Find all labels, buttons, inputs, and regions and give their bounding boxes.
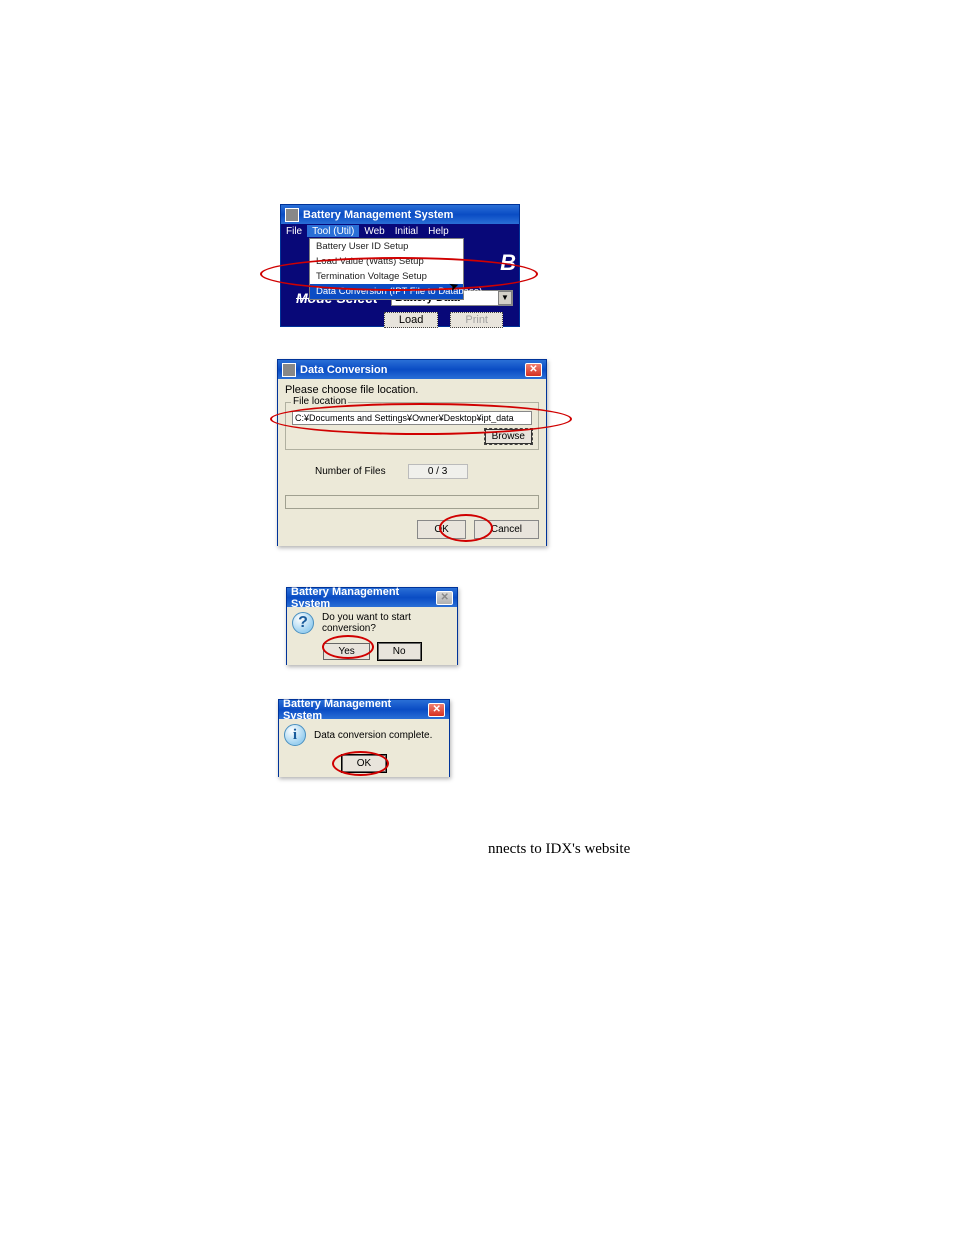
main-window: Battery Management System File Tool (Uti… (280, 204, 520, 327)
info-icon: i (284, 724, 306, 746)
chevron-down-icon[interactable]: ▼ (498, 291, 512, 305)
confirm-title: Battery Management System (291, 586, 436, 610)
residual-text: nnects to IDX's website (488, 841, 630, 858)
dc-button-row: OK Cancel (417, 520, 539, 539)
info-row: i Data conversion complete. (284, 724, 444, 746)
question-icon: ? (292, 612, 314, 634)
num-files-label: Number of Files (315, 466, 386, 477)
close-icon[interactable]: ✕ (436, 591, 453, 605)
dropdown-item-userid[interactable]: Battery User ID Setup (310, 239, 463, 254)
app-icon (285, 208, 299, 222)
ok-button[interactable]: OK (417, 520, 465, 539)
browse-button[interactable]: Browse (485, 429, 532, 444)
menu-web[interactable]: Web (359, 225, 389, 237)
num-files-value: 0 / 3 (408, 464, 468, 479)
confirm-dialog: Battery Management System ✕ ? Do you wan… (286, 587, 458, 665)
ok-button[interactable]: OK (342, 755, 386, 772)
main-title: Battery Management System (303, 209, 453, 221)
close-icon[interactable]: ✕ (428, 703, 445, 717)
cancel-button[interactable]: Cancel (474, 520, 539, 539)
menu-help[interactable]: Help (423, 225, 454, 237)
no-button[interactable]: No (378, 643, 421, 660)
info-title: Battery Management System (283, 698, 428, 722)
file-location-fieldset: File location Browse (285, 402, 539, 450)
confirm-titlebar: Battery Management System ✕ (287, 588, 457, 607)
confirm-message: Do you want to start conversion? (322, 612, 452, 634)
file-location-label: File location (291, 396, 348, 407)
dc-body: Please choose file location. File locati… (278, 379, 546, 546)
dc-titlebar: Data Conversion ✕ (278, 360, 546, 379)
data-conversion-dialog: Data Conversion ✕ Please choose file loc… (277, 359, 547, 546)
print-button[interactable]: Print (450, 312, 503, 328)
info-message: Data conversion complete. (314, 730, 432, 741)
info-dialog: Battery Management System ✕ i Data conve… (278, 699, 450, 777)
logo-letter: B (500, 250, 516, 276)
dropdown-item-termvolt[interactable]: Termination Voltage Setup (310, 269, 463, 284)
main-titlebar: Battery Management System (281, 205, 519, 224)
confirm-body: ? Do you want to start conversion? Yes N… (287, 607, 457, 665)
file-location-input[interactable] (292, 411, 532, 425)
num-files-row: Number of Files 0 / 3 (315, 464, 539, 479)
info-body: i Data conversion complete. OK (279, 719, 449, 777)
tool-dropdown: Battery User ID Setup Load Value (Watts)… (309, 238, 464, 300)
dc-title: Data Conversion (300, 364, 387, 376)
confirm-row: ? Do you want to start conversion? (292, 612, 452, 634)
app-icon (282, 363, 296, 377)
dropdown-item-dataconversion[interactable]: Data Conversion (IPT File to Database) (310, 284, 463, 299)
confirm-buttons: Yes No (292, 643, 452, 660)
menu-initial[interactable]: Initial (390, 225, 423, 237)
menubar: File Tool (Util) Web Initial Help (281, 224, 519, 238)
button-row: Load Print (281, 312, 519, 328)
load-button[interactable]: Load (384, 312, 438, 328)
dropdown-item-loadvalue[interactable]: Load Value (Watts) Setup (310, 254, 463, 269)
dc-instruction: Please choose file location. (285, 384, 539, 396)
menu-tool[interactable]: Tool (Util) (307, 225, 359, 237)
progress-bar (285, 495, 539, 509)
menu-file[interactable]: File (281, 225, 307, 237)
close-icon[interactable]: ✕ (525, 363, 542, 377)
yes-button[interactable]: Yes (323, 643, 369, 660)
info-titlebar: Battery Management System ✕ (279, 700, 449, 719)
info-buttons: OK (284, 755, 444, 772)
